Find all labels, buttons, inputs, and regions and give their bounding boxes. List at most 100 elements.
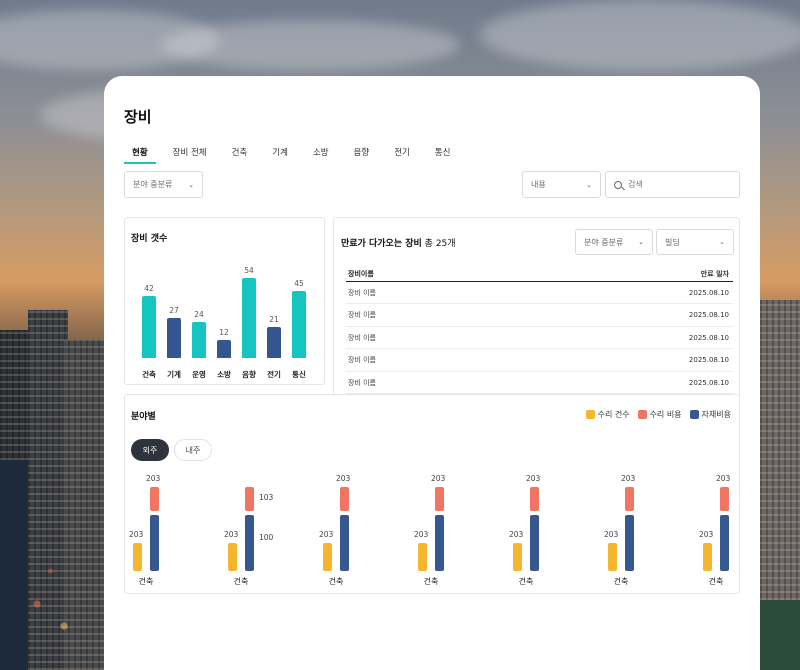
tab-7[interactable]: 통신: [427, 144, 459, 164]
expiring-title-label: 만료가 다가오는 장비: [341, 239, 422, 249]
material-cost-bar: [435, 515, 444, 571]
expiring-building-value: 빌딩: [665, 237, 680, 247]
main-card: 장비 현황장비 전체건축기계소방음향전기통신 분야 중분류 ⌄ 내용 ⌄ 장비 …: [104, 76, 760, 670]
repair-cost-label: 203: [621, 474, 636, 483]
expiring-title: 만료가 다가오는 장비 총 25개: [341, 236, 456, 249]
tab-6[interactable]: 전기: [386, 144, 418, 164]
count-bar: [242, 278, 256, 358]
repair-cost-label: 103: [259, 493, 274, 502]
table-row[interactable]: 장비 이름 2025.08.10: [346, 350, 733, 372]
count-bar-value: 45: [294, 279, 304, 289]
tab-0[interactable]: 현황: [124, 144, 156, 164]
content-filter-select[interactable]: 내용 ⌄: [522, 171, 601, 198]
count-bar: [142, 295, 156, 358]
repair-count-label: 203: [509, 530, 524, 539]
equipment-name-cell: 장비 이름: [348, 311, 376, 319]
expiring-equipment-panel: 만료가 다가오는 장비 총 25개 분야 중분류 ⌄ 빌딩 ⌄ 장비이름 만료 …: [333, 217, 740, 397]
equipment-name-cell: 장비 이름: [348, 288, 376, 297]
content-filter-value: 내용: [531, 180, 546, 189]
repair-cost-label: 203: [336, 474, 351, 483]
column-header-expiry: 만료 일자: [700, 269, 729, 278]
category-group-label: 건축: [138, 577, 154, 586]
repair-cost-bar: [340, 487, 349, 511]
repair-count-label: 203: [414, 530, 429, 539]
category-filter-select[interactable]: 분야 중분류 ⌄: [124, 171, 203, 198]
table-row[interactable]: 장비 이름 2025.08.10: [346, 327, 733, 349]
count-bar-value: 42: [144, 283, 154, 293]
expiring-category-value: 분야 중분류: [584, 237, 624, 247]
search-icon: [614, 180, 622, 189]
count-bar-value: 54: [244, 266, 254, 275]
expiring-category-select[interactable]: 분야 중분류 ⌄: [575, 229, 653, 255]
repair-count-bar: [513, 543, 522, 571]
chevron-down-icon: ⌄: [638, 238, 644, 246]
category-group-label: 건축: [233, 577, 249, 586]
material-cost-bar: [530, 515, 539, 571]
repair-cost-bar: [435, 487, 444, 511]
category-group-label: 건축: [423, 577, 439, 586]
expiry-date-cell: 2025.08.10: [688, 333, 729, 342]
expiring-total-count: 총 25개: [424, 239, 456, 249]
expiry-date-cell: 2025.08.10: [688, 356, 729, 364]
column-header-name: 장비이름: [348, 269, 374, 278]
tab-4[interactable]: 소방: [305, 144, 337, 164]
repair-count-label: 203: [604, 530, 619, 539]
repair-count-bar: [323, 543, 332, 571]
material-cost-bar: [625, 515, 634, 571]
count-bar: [217, 340, 231, 358]
search-input[interactable]: [628, 180, 728, 189]
equipment-name-cell: 장비 이름: [348, 378, 376, 387]
count-bar: [167, 318, 181, 358]
repair-count-label: 203: [319, 530, 334, 539]
tab-1[interactable]: 장비 전체: [165, 144, 215, 164]
chevron-down-icon: ⌄: [188, 180, 194, 189]
table-row[interactable]: 장비 이름 2025.08.10: [346, 282, 733, 304]
repair-cost-bar: [720, 487, 729, 511]
material-cost-bar: [340, 515, 349, 571]
repair-cost-label: 203: [146, 474, 161, 483]
page-title: 장비: [124, 108, 152, 126]
tab-3[interactable]: 기계: [264, 144, 296, 164]
material-cost-bar: [150, 515, 159, 571]
material-cost-bar: [245, 515, 254, 571]
repair-cost-bar: [625, 487, 634, 511]
equipment-count-chart: 42 건축 27 기계 24 운영 12 소방 54 음향 21 전기 45 통신: [125, 218, 326, 386]
count-bar: [192, 322, 206, 358]
repair-cost-label: 203: [526, 474, 541, 483]
category-group-label: 건축: [328, 577, 344, 586]
count-bar-value: 12: [219, 328, 229, 338]
expiry-date-cell: 2025.08.10: [688, 378, 729, 387]
tab-2[interactable]: 건축: [224, 144, 256, 164]
repair-cost-bar: [245, 487, 254, 511]
chevron-down-icon: ⌄: [719, 238, 725, 246]
repair-cost-bar: [150, 487, 159, 511]
tab-bar: 현황 장비 전체 건축 기계 소방 음향 전기 통신: [124, 144, 467, 166]
count-bar: [292, 291, 306, 358]
repair-count-label: 203: [129, 530, 144, 539]
equipment-count-panel: 장비 갯수 42 건축 27 기계 24 운영 12 소방 54 음향 21 전기 45 통신: [124, 217, 325, 385]
repair-count-bar: [228, 543, 237, 571]
expiring-building-select[interactable]: 빌딩 ⌄: [656, 229, 734, 255]
equipment-name-cell: 장비 이름: [348, 333, 376, 342]
category-group-label: 건축: [613, 577, 629, 586]
repair-count-bar: [608, 543, 617, 571]
count-bar-value: 21: [269, 314, 279, 324]
repair-count-label: 203: [699, 530, 714, 539]
category-group-label: 건축: [518, 577, 534, 586]
equipment-name-cell: 장비 이름: [348, 356, 376, 364]
count-bar-value: 24: [194, 310, 204, 320]
tab-5[interactable]: 음향: [346, 144, 378, 164]
search-box[interactable]: [605, 171, 740, 198]
material-cost-label: 100: [259, 533, 274, 542]
repair-count-bar: [133, 543, 142, 571]
repair-count-label: 203: [224, 530, 239, 539]
repair-cost-bar: [530, 487, 539, 511]
repair-count-bar: [418, 543, 427, 571]
table-header: 장비이름 만료 일자: [346, 266, 733, 282]
count-bar-category: 통신: [292, 370, 306, 379]
category-group-label: 건축: [708, 577, 724, 586]
count-bar: [267, 326, 281, 358]
table-row[interactable]: 장비 이름 2025.08.10: [346, 305, 733, 327]
expiry-date-cell: 2025.08.10: [688, 311, 729, 319]
table-row[interactable]: 장비 이름 2025.08.10: [346, 372, 733, 394]
